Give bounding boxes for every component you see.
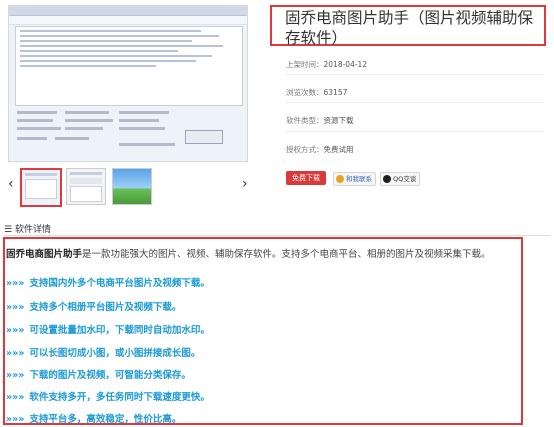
gallery-next-arrow[interactable]: › (242, 176, 248, 192)
arrow-marker-icon: »»» (6, 392, 25, 403)
gallery-prev-arrow[interactable]: ‹ (8, 176, 14, 192)
feature-text: 可设置批量加水印，下载同时自动加水印。 (29, 325, 210, 336)
feature-item: »»» 支持平台多，高效稳定，性价比高。 (6, 411, 181, 425)
feature-item: »»» 软件支持多开，多任务同时下载速度更快。 (6, 389, 210, 403)
update-date: 上架时间：2018-04-12 (286, 59, 367, 70)
arrow-marker-icon: »»» (6, 278, 25, 289)
feature-text: 支持多个相册平台图片及视频下载。 (29, 302, 182, 313)
feature-text: 软件支持多开，多任务同时下载速度更快。 (29, 392, 210, 403)
preview-window-titlebar (9, 6, 247, 16)
arrow-marker-icon: »»» (6, 370, 25, 381)
feature-item: »»» 支持多个相册平台图片及视频下载。 (6, 299, 181, 313)
arrow-marker-icon: »»» (6, 325, 25, 336)
product-title: 固乔电商图片助手（图片视频辅助保存软件） (285, 9, 534, 47)
gallery-thumbnail-1[interactable] (20, 168, 62, 207)
license-label: 授权方式： (286, 145, 324, 154)
arrow-marker-icon: »»» (6, 348, 25, 359)
update-label: 上架时间： (286, 60, 324, 69)
qq-penguin-icon (383, 175, 391, 183)
type-value: 资源下载 (323, 116, 354, 125)
product-preview-image[interactable] (8, 5, 248, 162)
feature-text: 支持国内外多个电商平台图片及视频下载。 (29, 278, 210, 289)
intro-text: 是一款功能强大的图片、视频、辅助保存软件。支持多个电商平台、相册的图片及视频采集… (82, 249, 491, 260)
preview-url-list (15, 26, 243, 106)
divider (286, 131, 544, 132)
license-type: 授权方式：免费试用 (286, 144, 354, 155)
feature-text: 支持平台多，高效稳定，性价比高。 (29, 414, 182, 425)
gallery-thumbnail-2[interactable] (66, 168, 106, 205)
views-label: 浏览次数： (286, 88, 324, 97)
view-count: 浏览次数：63157 (286, 87, 347, 98)
arrow-marker-icon: »»» (6, 302, 25, 313)
qq-label: QQ交谈 (393, 175, 417, 183)
views-value: 63157 (323, 88, 348, 97)
feature-text: 下载的图片及视频，可智能分类保存。 (29, 370, 191, 381)
divider (286, 102, 544, 103)
feature-item: »»» 可设置批量加水印，下载同时自动加水印。 (6, 322, 210, 336)
details-title: 软件详情 (14, 225, 51, 235)
gallery-thumbnail-3[interactable] (112, 168, 152, 205)
software-type: 软件类型：资源下载 (286, 115, 354, 126)
free-download-button[interactable]: 免费下载 (286, 171, 326, 185)
contact-icon (336, 175, 344, 183)
contact-label: 和我联系 (346, 175, 372, 183)
divider (286, 74, 544, 75)
contact-us-button[interactable]: 和我联系 (333, 172, 376, 186)
arrow-marker-icon: »»» (6, 414, 25, 425)
type-label: 软件类型： (286, 116, 324, 125)
feature-item: »»» 支持国内外多个电商平台图片及视频下载。 (6, 275, 210, 289)
intro-product-name: 固乔电商图片助手 (6, 249, 83, 260)
feature-item: »»» 下载的图片及视频，可智能分类保存。 (6, 367, 191, 381)
qq-chat-button[interactable]: QQ交谈 (380, 172, 421, 186)
update-value: 2018-04-12 (323, 60, 368, 69)
details-divider (4, 235, 550, 236)
preview-window-toolbar (9, 16, 247, 25)
license-value: 免费试用 (323, 145, 354, 154)
feature-item: »»» 可以长图切成小图，或小图拼接成长图。 (6, 345, 200, 359)
sliders-icon: ☰ (4, 225, 13, 235)
details-section-header: ☰ 软件详情 (4, 222, 51, 235)
feature-text: 可以长图切成小图，或小图拼接成长图。 (29, 348, 201, 359)
product-intro: 固乔电商图片助手是一款功能强大的图片、视频、辅助保存软件。支持多个电商平台、相册… (6, 246, 546, 260)
preview-start-button (185, 130, 223, 144)
